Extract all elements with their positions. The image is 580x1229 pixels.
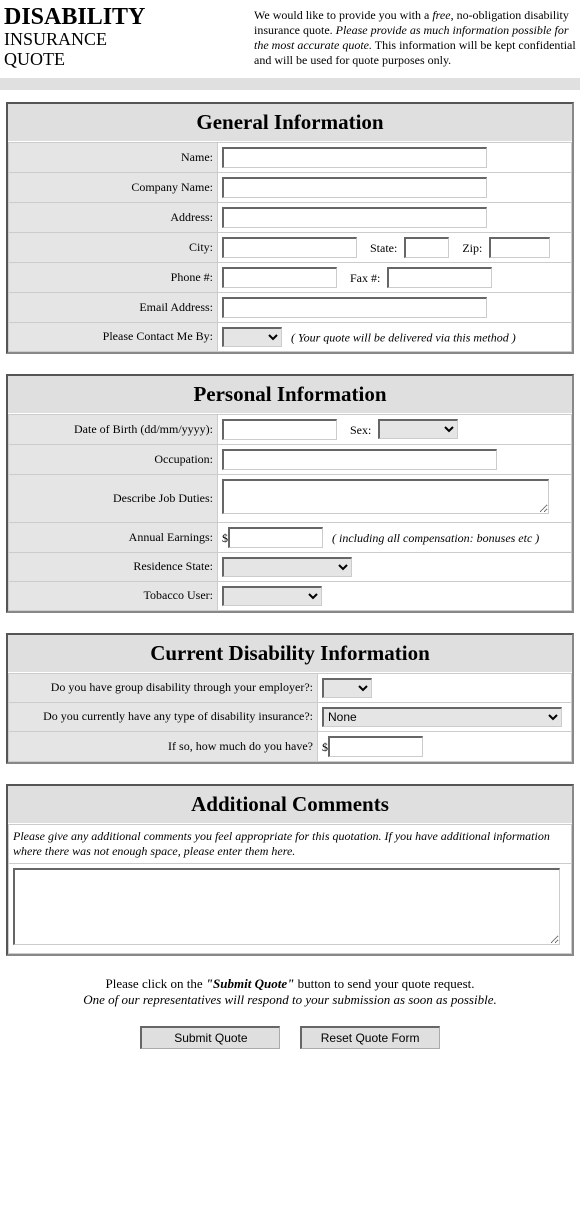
label-earnings: Annual Earnings: <box>9 522 218 552</box>
any-disability-select[interactable]: None <box>322 707 562 727</box>
label-dob: Date of Birth (dd/mm/yyyy): <box>9 414 218 444</box>
reset-button[interactable]: Reset Quote Form <box>300 1026 440 1049</box>
label-how-much: If so, how much do you have? <box>9 731 318 761</box>
how-much-input[interactable] <box>328 736 423 757</box>
section-comments: Additional Comments Please give any addi… <box>6 784 574 956</box>
label-company: Company Name: <box>9 172 218 202</box>
name-input[interactable] <box>222 147 487 168</box>
occupation-input[interactable] <box>222 449 497 470</box>
label-city: City: <box>9 232 218 262</box>
dob-input[interactable] <box>222 419 337 440</box>
tobacco-select[interactable] <box>222 586 322 606</box>
label-any-q: Do you currently have any type of disabi… <box>9 702 318 731</box>
page-header: DISABILITY INSURANCE QUOTE We would like… <box>0 0 580 78</box>
section-title: Current Disability Information <box>8 635 572 673</box>
company-input[interactable] <box>222 177 487 198</box>
duties-textarea[interactable] <box>222 479 549 514</box>
phone-input[interactable] <box>222 267 337 288</box>
label-state: State: <box>370 241 397 255</box>
label-email: Email Address: <box>9 292 218 322</box>
title-line3: QUOTE <box>4 50 254 70</box>
label-fax: Fax #: <box>350 271 380 285</box>
zip-input[interactable] <box>489 237 550 258</box>
label-address: Address: <box>9 202 218 232</box>
label-duties: Describe Job Duties: <box>9 474 218 522</box>
label-occupation: Occupation: <box>9 444 218 474</box>
label-residence: Residence State: <box>9 552 218 581</box>
comments-textarea[interactable] <box>13 868 560 945</box>
section-general: General Information Name: Company Name: … <box>6 102 574 354</box>
section-title: General Information <box>8 104 572 142</box>
label-tobacco: Tobacco User: <box>9 581 218 610</box>
button-row: Submit Quote Reset Quote Form <box>0 1026 580 1049</box>
comments-note: Please give any additional comments you … <box>9 824 572 863</box>
city-input[interactable] <box>222 237 357 258</box>
title-block: DISABILITY INSURANCE QUOTE <box>4 4 254 70</box>
residence-select[interactable] <box>222 557 352 577</box>
label-sex: Sex: <box>350 423 371 437</box>
fax-input[interactable] <box>387 267 492 288</box>
state-input[interactable] <box>404 237 449 258</box>
title-line2: INSURANCE <box>4 30 254 50</box>
label-zip: Zip: <box>462 241 482 255</box>
email-input[interactable] <box>222 297 487 318</box>
address-input[interactable] <box>222 207 487 228</box>
label-name: Name: <box>9 142 218 172</box>
label-group-q: Do you have group disability through you… <box>9 673 318 702</box>
section-title: Personal Information <box>8 376 572 414</box>
contact-note: ( Your quote will be delivered via this … <box>291 330 516 344</box>
earnings-note: ( including all compensation: bonuses et… <box>332 531 539 545</box>
divider <box>0 78 580 90</box>
group-disability-select[interactable] <box>322 678 372 698</box>
title-line1: DISABILITY <box>4 4 254 30</box>
section-current: Current Disability Information Do you ha… <box>6 633 574 764</box>
section-personal: Personal Information Date of Birth (dd/m… <box>6 374 574 613</box>
submit-button[interactable]: Submit Quote <box>140 1026 280 1049</box>
label-contact-by: Please Contact Me By: <box>9 322 218 351</box>
earnings-input[interactable] <box>228 527 323 548</box>
contact-by-select[interactable] <box>222 327 282 347</box>
section-title: Additional Comments <box>8 786 572 824</box>
footer-text: Please click on the "Submit Quote" butto… <box>10 976 570 1008</box>
label-phone: Phone #: <box>9 262 218 292</box>
intro-text: We would like to provide you with a free… <box>254 4 576 70</box>
sex-select[interactable] <box>378 419 458 439</box>
